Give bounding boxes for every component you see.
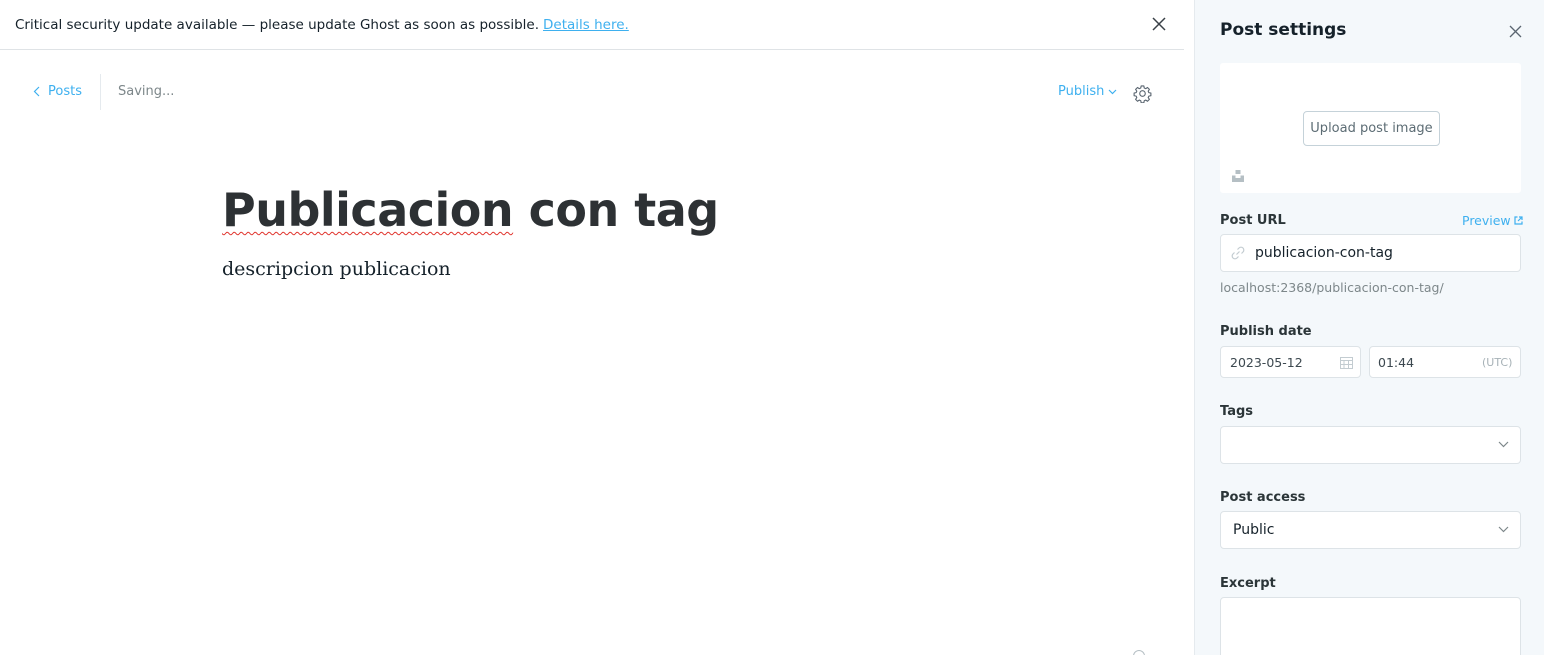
tags-label: Tags: [1220, 404, 1254, 419]
gear-icon: [1133, 84, 1151, 103]
post-access-value: Public: [1233, 522, 1275, 538]
post-image-uploader: Upload post image: [1220, 63, 1521, 193]
link-icon: [1231, 246, 1245, 260]
app-root: Critical security update available — ple…: [0, 0, 1544, 655]
close-icon: [1509, 25, 1521, 37]
post-url-input[interactable]: [1255, 243, 1510, 263]
unsplash-icon[interactable]: [1231, 169, 1245, 183]
publish-menu-button[interactable]: Publish: [1058, 84, 1117, 99]
publish-date-label: Publish date: [1220, 324, 1312, 339]
word-count-icon: [1133, 650, 1145, 655]
save-status: Saving...: [118, 84, 175, 99]
upload-post-image-button[interactable]: Upload post image: [1303, 111, 1440, 146]
preview-label: Preview: [1462, 213, 1511, 228]
post-title[interactable]: Publicacion con tag: [222, 178, 719, 242]
post-body[interactable]: descripcion publicacion: [222, 258, 451, 280]
tags-select[interactable]: [1220, 426, 1521, 464]
excerpt-field: [1220, 597, 1521, 655]
chevron-down-icon: [1498, 526, 1509, 533]
back-to-posts-link[interactable]: Posts: [33, 82, 82, 100]
back-link-label: Posts: [48, 83, 82, 99]
security-alert-bar: Critical security update available — ple…: [0, 0, 1184, 50]
settings-close-button[interactable]: [1505, 21, 1525, 41]
post-url-label: Post URL: [1220, 213, 1286, 228]
editor-pane: Critical security update available — ple…: [0, 0, 1194, 655]
preview-link[interactable]: Preview: [1462, 213, 1523, 228]
chevron-down-icon: [1108, 89, 1117, 94]
editor-header: Posts Saving... Publish: [0, 70, 1184, 112]
post-full-url: localhost:2368/publicacion-con-tag/: [1220, 280, 1444, 295]
calendar-icon[interactable]: [1340, 356, 1353, 369]
excerpt-label: Excerpt: [1220, 576, 1276, 591]
post-title-misspelled-word: Publicacion: [222, 183, 514, 237]
post-url-field: [1220, 234, 1521, 272]
publish-date-field[interactable]: 2023-05-12: [1220, 346, 1361, 378]
excerpt-textarea[interactable]: [1221, 598, 1520, 655]
publish-time-value: 01:44: [1378, 355, 1415, 370]
post-settings-panel: Post settings Upload post image Post URL…: [1194, 0, 1544, 655]
chevron-down-icon: [1498, 441, 1509, 448]
publish-time-field[interactable]: 01:44 (UTC): [1369, 346, 1521, 378]
timezone-label: (UTC): [1482, 356, 1513, 369]
close-icon: [1152, 17, 1166, 31]
header-divider: [100, 74, 101, 110]
alert-details-link[interactable]: Details here.: [543, 17, 629, 33]
alert-message: Critical security update available — ple…: [15, 16, 540, 33]
settings-toggle-button[interactable]: [1131, 82, 1153, 104]
publish-date-value: 2023-05-12: [1230, 355, 1303, 370]
publish-label: Publish: [1058, 84, 1105, 99]
post-access-label: Post access: [1220, 490, 1306, 505]
chevron-left-icon: [33, 86, 40, 96]
post-access-select[interactable]: Public: [1220, 511, 1521, 549]
post-settings-title: Post settings: [1220, 20, 1347, 40]
post-title-rest: con tag: [513, 183, 720, 237]
alert-close-button[interactable]: [1148, 13, 1170, 35]
external-link-icon: [1514, 216, 1523, 225]
